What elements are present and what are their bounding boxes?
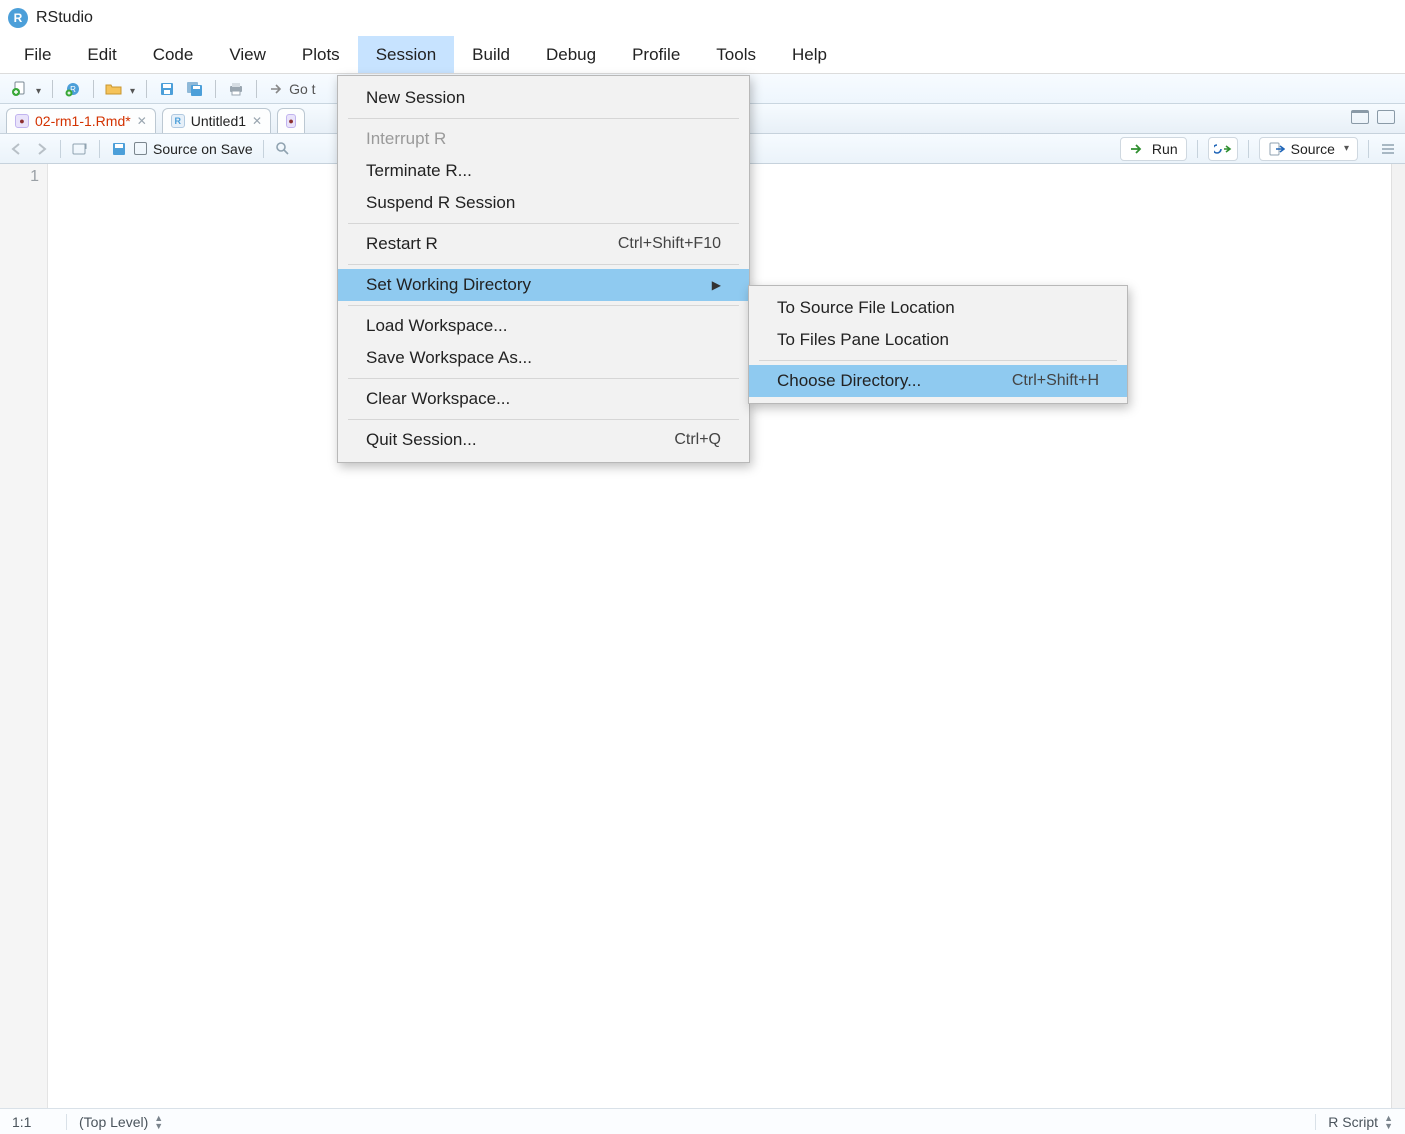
status-scope-label: (Top Level) [79,1114,148,1130]
status-scope-selector[interactable]: (Top Level) ▲▼ [66,1114,163,1130]
nav-forward-icon[interactable] [32,140,50,158]
session-dropdown: New Session Interrupt R Terminate R... S… [337,75,750,463]
status-language-selector[interactable]: R Script ▲▼ [1315,1114,1393,1130]
source-on-save-checkbox[interactable] [134,142,147,155]
menu-profile[interactable]: Profile [614,36,698,73]
app-icon: R [8,8,28,28]
gutter-line-1: 1 [0,168,39,186]
menu-view[interactable]: View [211,36,284,73]
mi-restart[interactable]: Restart R Ctrl+Shift+F10 [338,228,749,260]
menu-help[interactable]: Help [774,36,845,73]
tab-rmd-file[interactable]: ● 02-rm1-1.Rmd* ✕ [6,108,156,133]
mi-suspend[interactable]: Suspend R Session [338,187,749,219]
source-button[interactable]: Source [1259,137,1358,161]
menu-code[interactable]: Code [135,36,212,73]
menu-debug[interactable]: Debug [528,36,614,73]
tab-untitled[interactable]: R Untitled1 ✕ [162,108,271,133]
gutter: 1 [0,164,48,1108]
mi-save-workspace[interactable]: Save Workspace As... [338,342,749,374]
chevron-right-icon: ▶ [712,278,721,292]
find-icon[interactable] [274,140,292,158]
tab-rmd-label: 02-rm1-1.Rmd* [35,113,131,129]
run-button[interactable]: Run [1120,137,1187,161]
run-icon [1129,140,1147,158]
open-file-button[interactable] [102,78,138,100]
save-all-icon [186,80,204,98]
minimize-pane-button[interactable] [1351,110,1369,124]
save-source-icon[interactable] [110,140,128,158]
new-file-icon [11,80,29,98]
tab-rmd-close[interactable]: ✕ [137,114,147,128]
menu-file[interactable]: File [6,36,69,73]
tab-untitled-label: Untitled1 [191,113,246,129]
title-bar: R RStudio [0,0,1405,36]
mi-swd-to-files[interactable]: To Files Pane Location [749,324,1127,356]
mi-interrupt: Interrupt R [338,123,749,155]
print-icon [227,80,245,98]
mi-new-session[interactable]: New Session [338,82,749,114]
maximize-pane-button[interactable] [1377,110,1395,124]
mi-terminate[interactable]: Terminate R... [338,155,749,187]
menu-session[interactable]: Session [358,36,454,73]
run-label: Run [1152,141,1178,157]
source-on-save-label: Source on Save [153,141,253,157]
mi-swd-choose[interactable]: Choose Directory... Ctrl+Shift+H [749,365,1127,397]
nav-back-icon[interactable] [8,140,26,158]
project-icon: R [64,80,82,98]
source-icon [1268,140,1286,158]
new-project-button[interactable]: R [61,78,85,100]
mi-set-working-directory[interactable]: Set Working Directory ▶ [338,269,749,301]
swd-submenu: To Source File Location To Files Pane Lo… [748,285,1128,404]
r-file-icon: R [171,114,185,128]
status-language-label: R Script [1328,1114,1378,1130]
go-to-button[interactable]: Go t [265,78,318,100]
mi-clear-workspace[interactable]: Clear Workspace... [338,383,749,415]
menu-build[interactable]: Build [454,36,528,73]
new-file-button[interactable] [8,78,44,100]
rmd-file-icon: ● [15,114,29,128]
tab-untitled-close[interactable]: ✕ [252,114,262,128]
menu-edit[interactable]: Edit [69,36,134,73]
open-folder-icon [105,80,123,98]
extra-file-icon: ● [286,114,296,128]
menu-tools[interactable]: Tools [698,36,774,73]
go-label: Go t [289,81,315,97]
status-bar: 1:1 (Top Level) ▲▼ R Script ▲▼ [0,1108,1405,1134]
save-all-button[interactable] [183,78,207,100]
status-rowcol: 1:1 [12,1114,54,1130]
print-button[interactable] [224,78,248,100]
menu-plots[interactable]: Plots [284,36,358,73]
sort-icon: ▲▼ [1384,1114,1393,1130]
save-icon [158,80,176,98]
menu-bar: File Edit Code View Plots Session Build … [0,36,1405,74]
outline-icon[interactable] [1379,140,1397,158]
mi-quit-session[interactable]: Quit Session... Ctrl+Q [338,424,749,456]
scrollbar[interactable] [1391,164,1405,1108]
sort-icon: ▲▼ [154,1114,163,1130]
save-button[interactable] [155,78,179,100]
tab-extra[interactable]: ● [277,108,305,133]
rerun-button[interactable] [1208,137,1238,161]
app-title: RStudio [36,9,93,27]
mi-swd-to-source[interactable]: To Source File Location [749,292,1127,324]
rerun-icon [1214,140,1232,158]
mi-load-workspace[interactable]: Load Workspace... [338,310,749,342]
show-in-new-window-icon[interactable] [71,140,89,158]
go-arrow-icon [268,80,286,98]
source-label: Source [1291,141,1335,157]
